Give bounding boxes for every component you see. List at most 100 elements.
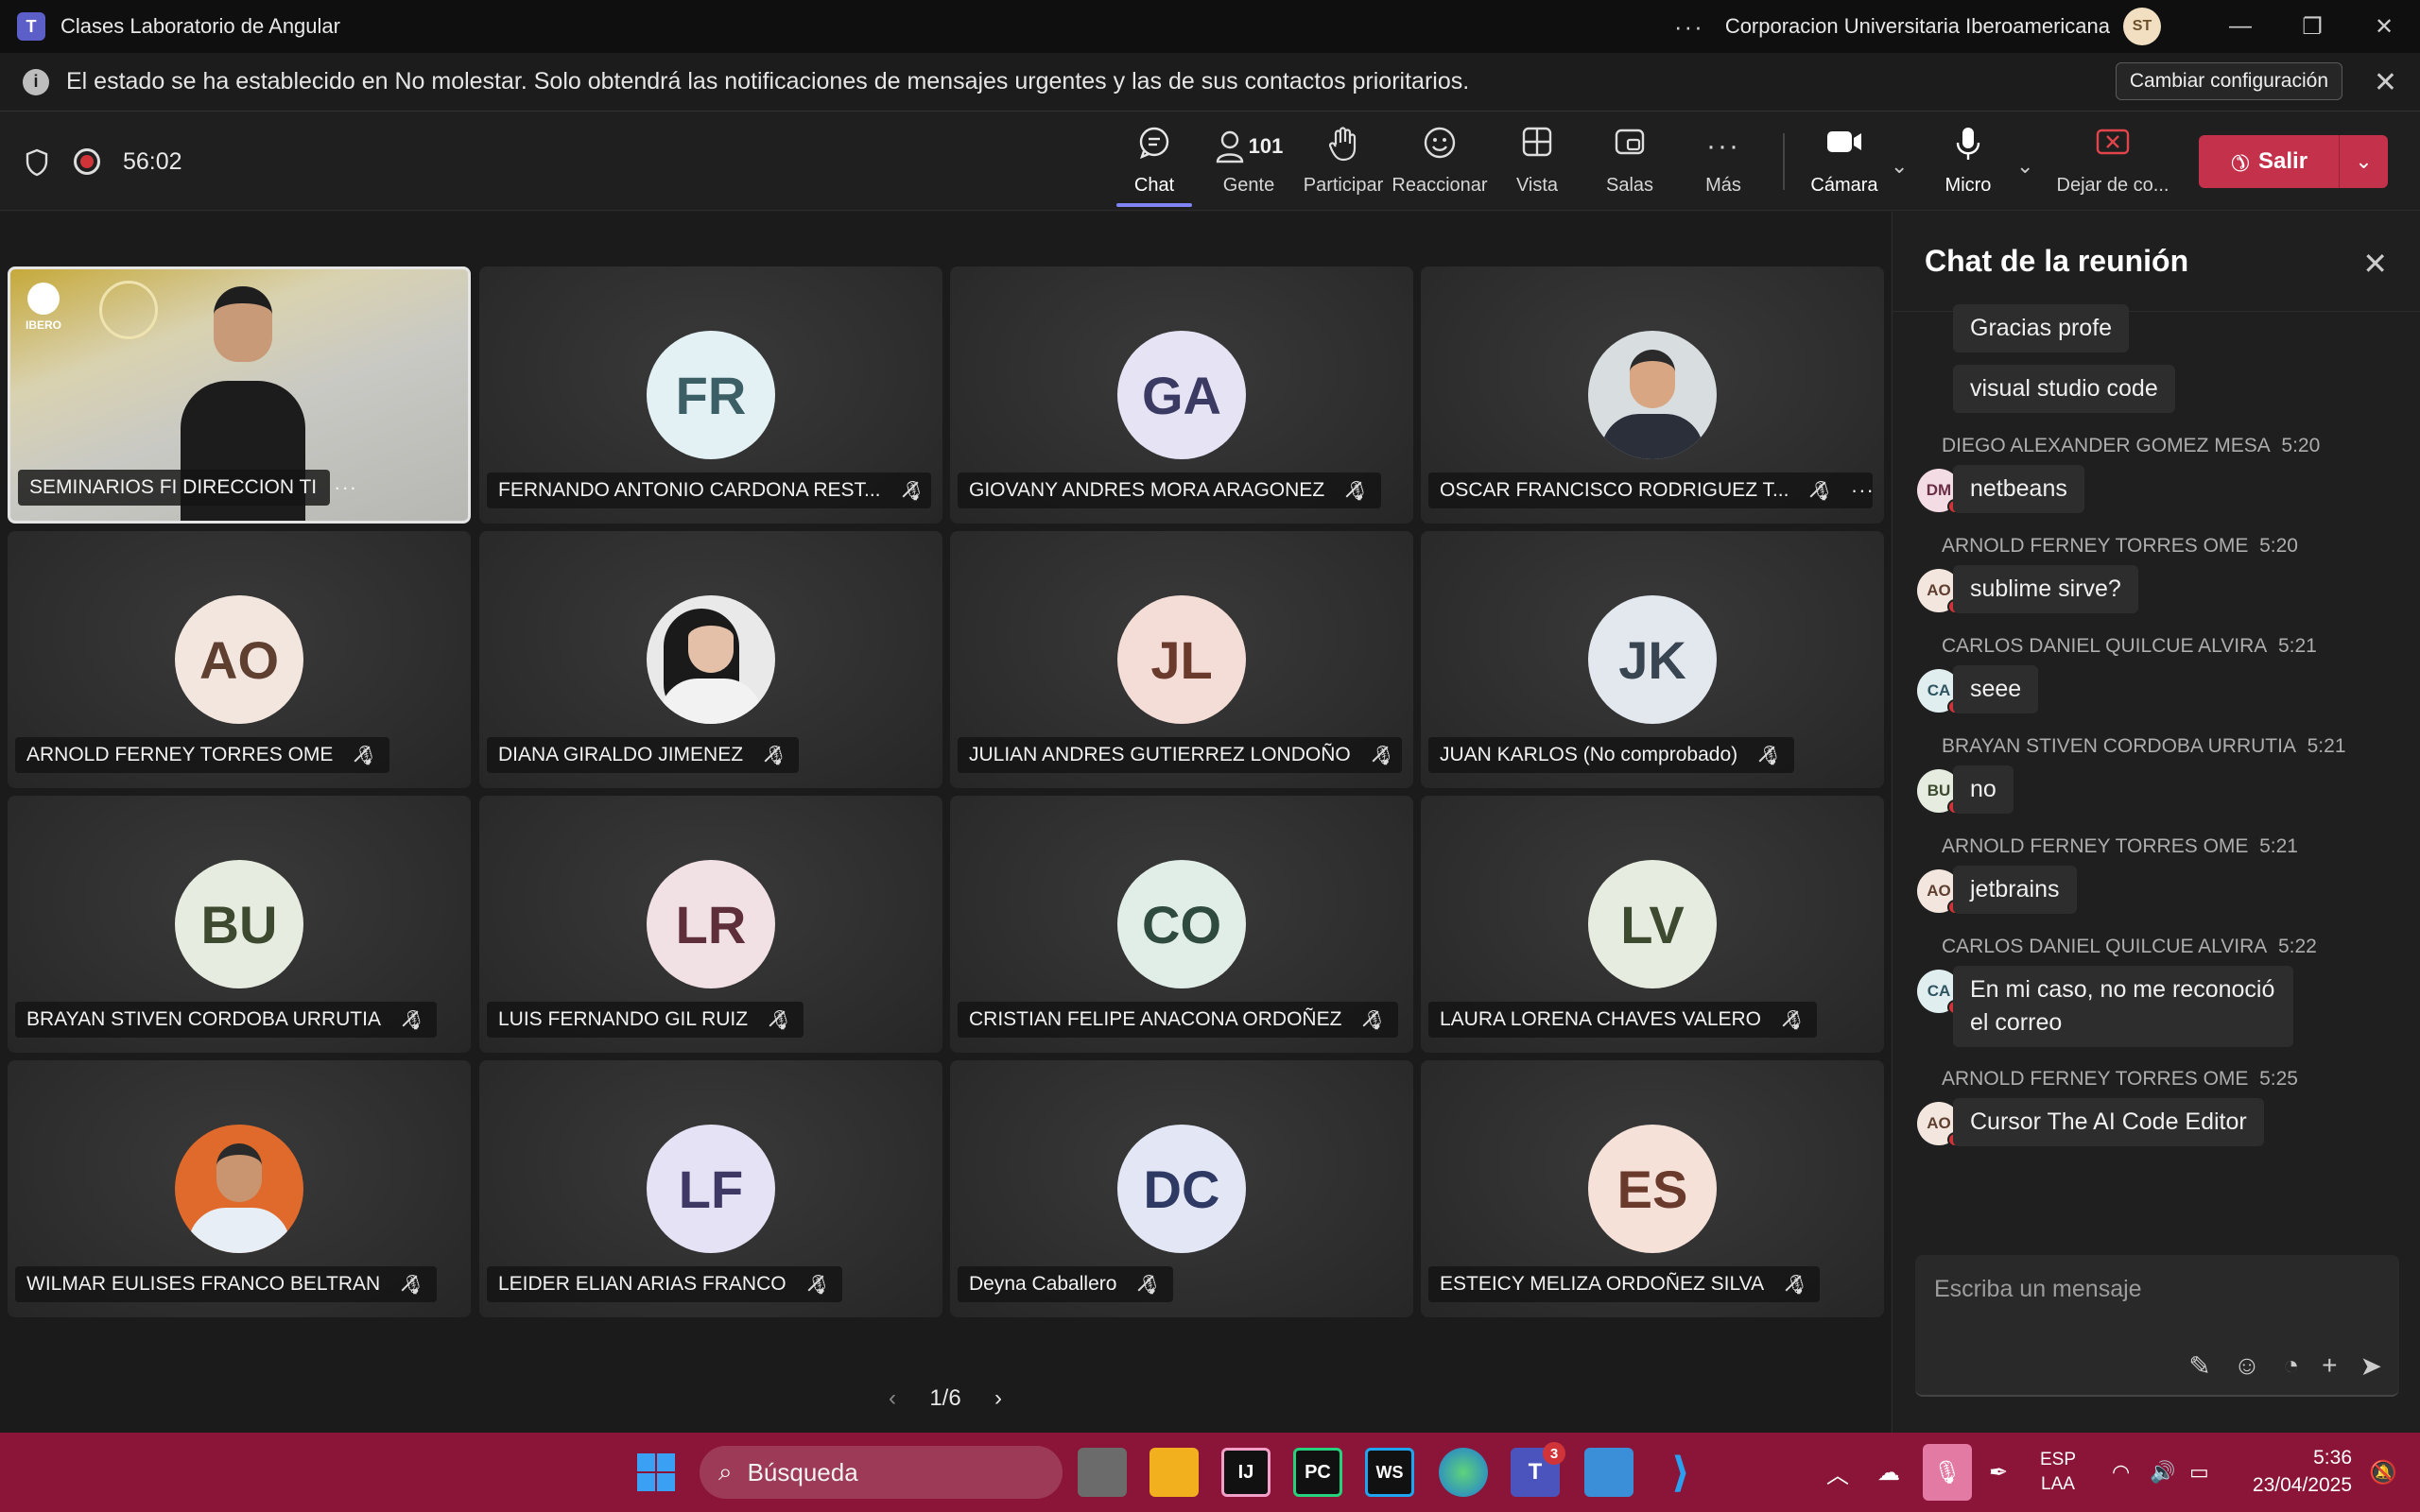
chat-message-bubble[interactable]: En mi caso, no me reconoció el correo: [1953, 966, 2293, 1047]
mic-muted-icon: 🎙: [1809, 480, 1834, 502]
stop-sharing-button[interactable]: Dejar de co...: [2057, 126, 2169, 197]
participant-photo: [647, 595, 775, 724]
teams-taskbar-icon[interactable]: T 3: [1511, 1442, 1565, 1497]
leave-options-chevron-icon[interactable]: ⌄: [2339, 135, 2388, 188]
wifi-icon[interactable]: ◠: [2112, 1433, 2130, 1512]
chat-message-bubble[interactable]: jetbrains: [1953, 866, 2077, 914]
volume-icon[interactable]: 🔊: [2150, 1433, 2175, 1512]
chat-message-bubble[interactable]: Cursor The AI Code Editor: [1953, 1098, 2264, 1146]
file-explorer-icon[interactable]: [1150, 1448, 1199, 1497]
close-chat-icon[interactable]: ✕: [2362, 246, 2388, 282]
intellij-icon[interactable]: IJ: [1221, 1448, 1270, 1497]
more-options-icon[interactable]: ···: [1674, 12, 1704, 42]
notepad-icon[interactable]: [1584, 1448, 1634, 1497]
participant-name-label: FERNANDO ANTONIO CARDONA REST... 🎙: [487, 472, 931, 508]
battery-icon[interactable]: ▭: [2189, 1433, 2209, 1512]
pen-icon[interactable]: ✒: [1989, 1433, 2008, 1512]
participant-initials-avatar: DC: [1117, 1125, 1246, 1253]
vscode-icon[interactable]: ⟩: [1656, 1448, 1705, 1497]
participant-tile[interactable]: LV LAURA LORENA CHAVES VALERO 🎙: [1421, 796, 1884, 1053]
raise-hand-button[interactable]: Participar: [1301, 126, 1386, 197]
chat-message-bubble[interactable]: netbeans: [1953, 465, 2084, 513]
task-view-icon[interactable]: [1078, 1448, 1127, 1497]
windows-start-icon[interactable]: [631, 1448, 681, 1497]
react-button[interactable]: Reaccionar: [1392, 126, 1488, 197]
chat-message-bubble[interactable]: Gracias profe: [1953, 304, 2130, 352]
system-clock[interactable]: 5:36 23/04/2025: [2253, 1444, 2352, 1499]
view-button[interactable]: Vista: [1495, 126, 1580, 197]
participant-tile[interactable]: JK JUAN KARLOS (No comprobado) 🎙: [1421, 531, 1884, 788]
add-attachment-icon[interactable]: +: [2322, 1350, 2337, 1382]
participant-tile[interactable]: IBERO SEMINARIOS FI DIRECCION TI ···: [8, 266, 471, 524]
chat-message-bubble[interactable]: visual studio code: [1953, 365, 2175, 413]
tray-overflow-chevron-icon[interactable]: ︿: [1826, 1433, 1849, 1512]
leave-button[interactable]: ✆ Salir: [2199, 146, 2339, 177]
format-icon[interactable]: ✎: [2188, 1350, 2210, 1382]
camera-options-chevron-icon[interactable]: ⌄: [1891, 154, 1908, 179]
participant-tile[interactable]: OSCAR FRANCISCO RODRIGUEZ T... 🎙 ···: [1421, 266, 1884, 524]
participant-tile[interactable]: DIANA GIRALDO JIMENEZ 🎙: [479, 531, 942, 788]
close-window-button[interactable]: ✕: [2348, 0, 2420, 53]
chat-message-bubble[interactable]: no: [1953, 765, 2014, 814]
chat-button[interactable]: Chat: [1112, 126, 1197, 197]
minimize-button[interactable]: —: [2204, 0, 2276, 53]
participant-more-icon[interactable]: ···: [1851, 478, 1875, 503]
mic-in-use-icon[interactable]: 🎙: [1923, 1433, 1972, 1512]
notifications-bell-icon[interactable]: 🔕: [2369, 1433, 2397, 1512]
participant-tile[interactable]: DC Deyna Caballero 🎙: [950, 1060, 1413, 1317]
rooms-button[interactable]: Salas: [1587, 126, 1672, 197]
participant-tile[interactable]: FR FERNANDO ANTONIO CARDONA REST... 🎙: [479, 266, 942, 524]
participant-tile[interactable]: GA GIOVANY ANDRES MORA ARAGONEZ 🎙: [950, 266, 1413, 524]
send-icon[interactable]: ➤: [2360, 1350, 2382, 1382]
chat-icon: [1137, 126, 1171, 167]
participant-tile[interactable]: LR LUIS FERNANDO GIL RUIZ 🎙: [479, 796, 942, 1053]
organization-name[interactable]: Corporacion Universitaria Iberoamericana: [1725, 14, 2110, 39]
participant-tile[interactable]: LF LEIDER ELIAN ARIAS FRANCO 🎙: [479, 1060, 942, 1317]
microphone-icon: [1954, 126, 1982, 167]
sticker-icon[interactable]: ◔: [2283, 1350, 2299, 1382]
participant-tile[interactable]: BU BRAYAN STIVEN CORDOBA URRUTIA 🎙: [8, 796, 471, 1053]
participant-tile[interactable]: JL JULIAN ANDRES GUTIERREZ LONDOÑO 🎙: [950, 531, 1413, 788]
participant-name: CRISTIAN FELIPE ANACONA ORDOÑEZ: [969, 1008, 1342, 1030]
next-page-icon[interactable]: ›: [994, 1385, 1002, 1412]
user-avatar[interactable]: ST: [2123, 8, 2161, 45]
participant-initials-avatar: AO: [175, 595, 303, 724]
chat-panel-title: Chat de la reunión: [1893, 212, 2420, 312]
participant-more-icon[interactable]: ···: [334, 475, 357, 500]
camera-button[interactable]: Cámara: [1802, 126, 1887, 197]
participant-name-label: DIANA GIRALDO JIMENEZ 🎙: [487, 737, 800, 773]
mic-muted-icon: 🎙: [1782, 1009, 1806, 1031]
participant-grid: IBERO SEMINARIOS FI DIRECCION TI ··· FR FERN…: [0, 212, 1891, 1433]
restore-button[interactable]: ❐: [2276, 0, 2348, 53]
people-button[interactable]: 101 Gente: [1206, 126, 1291, 197]
avatar-initials: DM: [1926, 481, 1952, 499]
participant-tile[interactable]: AO ARNOLD FERNEY TORRES OME 🎙: [8, 531, 471, 788]
webstorm-icon[interactable]: WS: [1365, 1448, 1414, 1497]
participant-tile[interactable]: CO CRISTIAN FELIPE ANACONA ORDOÑEZ 🎙: [950, 796, 1413, 1053]
previous-page-icon[interactable]: ‹: [889, 1385, 896, 1412]
edge-browser-icon[interactable]: [1439, 1448, 1488, 1497]
mic-options-chevron-icon[interactable]: ⌄: [2016, 154, 2033, 179]
language-indicator[interactable]: ESP LAA: [2040, 1433, 2076, 1512]
notification-text: El estado se ha establecido en No molest…: [66, 68, 1470, 94]
shield-icon[interactable]: [25, 148, 49, 183]
message-compose-box[interactable]: Escriba un mensaje ✎ ☺ ◔ + ➤: [1915, 1255, 2399, 1397]
taskbar-search[interactable]: ⌕ Búsqueda: [700, 1446, 1063, 1499]
onedrive-icon[interactable]: ☁: [1877, 1433, 1900, 1512]
participant-name-label: GIOVANY ANDRES MORA ARAGONEZ 🎙: [958, 472, 1381, 508]
pycharm-icon[interactable]: PC: [1293, 1448, 1342, 1497]
participant-name: ARNOLD FERNEY TORRES OME: [26, 744, 334, 765]
change-settings-button[interactable]: Cambiar configuración: [2115, 62, 2342, 100]
chat-message-bubble[interactable]: sublime sirve?: [1953, 565, 2138, 613]
participant-name-label: CRISTIAN FELIPE ANACONA ORDOÑEZ 🎙: [958, 1002, 1398, 1038]
participant-tile[interactable]: WILMAR EULISES FRANCO BELTRAN 🎙: [8, 1060, 471, 1317]
avatar-initials: BU: [1927, 782, 1951, 799]
close-notification-icon[interactable]: ✕: [2374, 66, 2397, 99]
participant-tile[interactable]: ES ESTEICY MELIZA ORDOÑEZ SILVA 🎙: [1421, 1060, 1884, 1317]
hand-icon: [1327, 126, 1359, 167]
message-input[interactable]: Escriba un mensaje: [1934, 1276, 2142, 1303]
emoji-icon[interactable]: ☺: [2234, 1350, 2261, 1382]
chat-message-bubble[interactable]: seee: [1953, 665, 2039, 713]
more-button[interactable]: ··· Más: [1681, 126, 1766, 197]
mic-button[interactable]: Micro: [1926, 126, 2011, 197]
